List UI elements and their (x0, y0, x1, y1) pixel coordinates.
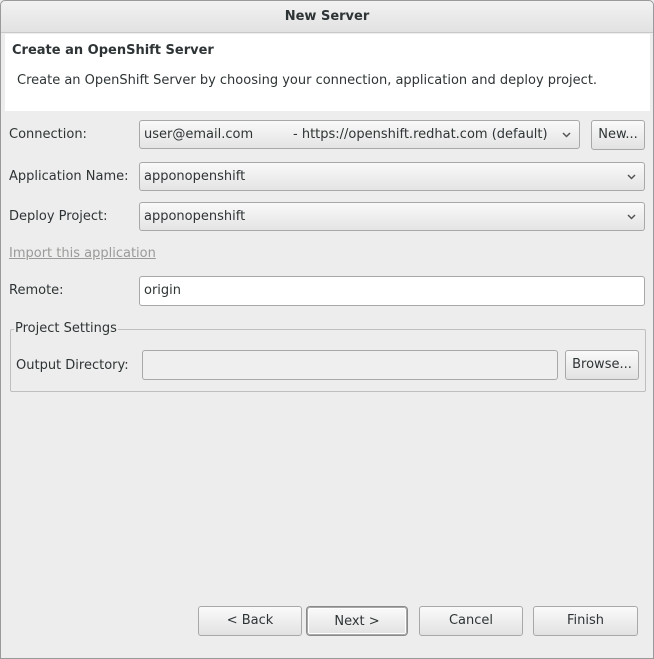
remote-input[interactable]: origin (139, 276, 645, 306)
wizard-banner: Create an OpenShift Server Create an Ope… (5, 34, 650, 111)
output-directory-label: Output Directory: (16, 358, 129, 373)
chevron-down-icon (627, 173, 636, 181)
finish-button[interactable]: Finish (533, 606, 638, 636)
application-name-label: Application Name: (9, 169, 129, 184)
banner-title: Create an OpenShift Server (12, 43, 214, 58)
application-name-combo[interactable]: apponopenshift (139, 162, 645, 191)
connection-label: Connection: (9, 127, 87, 142)
deploy-project-combo[interactable]: apponopenshift (139, 202, 645, 231)
next-button[interactable]: Next > (307, 607, 407, 635)
window-title: New Server (1, 1, 653, 33)
new-server-dialog: New Server Create an OpenShift Server Cr… (0, 0, 654, 659)
connection-user: user@email.com (144, 127, 254, 142)
output-directory-input[interactable] (142, 350, 558, 380)
remote-label: Remote: (9, 283, 64, 298)
banner-description: Create an OpenShift Server by choosing y… (17, 73, 598, 88)
cancel-button[interactable]: Cancel (419, 606, 523, 636)
import-application-link[interactable]: Import this application (9, 246, 156, 261)
application-name-value: apponopenshift (144, 169, 246, 184)
deploy-project-value: apponopenshift (144, 209, 246, 224)
project-settings-title: Project Settings (14, 321, 118, 336)
back-button[interactable]: < Back (198, 606, 302, 636)
chevron-down-icon (562, 131, 571, 139)
chevron-down-icon (627, 213, 636, 221)
new-connection-button[interactable]: New... (591, 120, 645, 150)
connection-url: - https://openshift.redhat.com (default) (293, 127, 548, 142)
connection-combo[interactable]: user@email.com - https://openshift.redha… (139, 120, 580, 149)
deploy-project-label: Deploy Project: (9, 209, 108, 224)
browse-button[interactable]: Browse... (565, 350, 639, 380)
